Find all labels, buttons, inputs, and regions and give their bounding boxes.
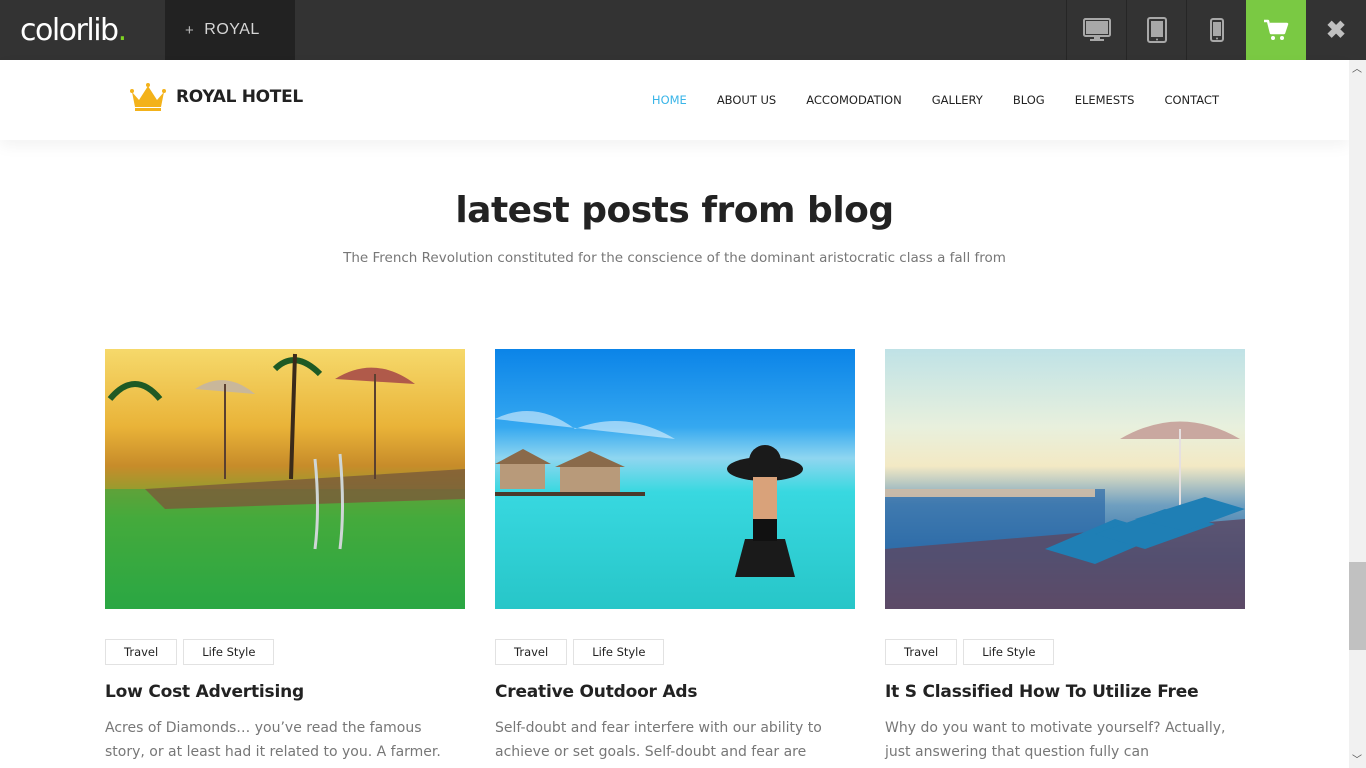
post-excerpt: Why do you want to motivate yourself? Ac…: [885, 720, 1226, 760]
scroll-up-icon[interactable]: ︿: [1352, 60, 1362, 75]
blog-card: Travel Life Style It S Classified How To…: [885, 349, 1245, 764]
cart-button[interactable]: [1246, 0, 1306, 60]
plus-icon: +: [185, 21, 195, 39]
brand-dot: .: [117, 12, 128, 48]
colorlib-topbar: colorlib. + ROYAL ✖: [0, 0, 1366, 60]
brand-text: colorlib: [20, 12, 119, 48]
post-title[interactable]: It S Classified How To Utilize Free: [885, 682, 1245, 702]
post-title[interactable]: Creative Outdoor Ads: [495, 682, 855, 702]
desktop-icon: [1082, 18, 1111, 41]
tag-life-style[interactable]: Life Style: [573, 639, 665, 665]
post-tags: Travel Life Style: [105, 639, 465, 665]
desktop-view-button[interactable]: [1066, 0, 1126, 60]
colorlib-logo[interactable]: colorlib.: [0, 0, 165, 60]
post-tags: Travel Life Style: [885, 639, 1245, 665]
nav-accomodation[interactable]: ACCOMODATION: [806, 93, 901, 107]
infinity-pool-illustration: [885, 421, 1245, 609]
post-image-beach-woman[interactable]: [495, 349, 855, 609]
nav-elements[interactable]: ELEMESTS: [1075, 93, 1135, 107]
theme-tab[interactable]: + ROYAL: [165, 0, 295, 60]
blog-card: Travel Life Style Creative Outdoor Ads S…: [495, 349, 855, 764]
section-title: latest posts from blog: [455, 190, 894, 231]
close-button[interactable]: ✖: [1306, 0, 1366, 60]
mobile-icon: [1209, 18, 1224, 42]
theme-name: ROYAL: [204, 21, 260, 38]
scrollbar-thumb[interactable]: [1349, 562, 1366, 650]
tablet-icon: [1146, 17, 1167, 43]
blog-card: Travel Life Style Low Cost Advertising A…: [105, 349, 465, 764]
main-nav: HOME ABOUT US ACCOMODATION GALLERY BLOG …: [622, 93, 1219, 107]
cart-icon: [1264, 19, 1289, 40]
tag-travel[interactable]: Travel: [105, 639, 178, 665]
post-excerpt: Self-doubt and fear interfere with our a…: [495, 720, 822, 760]
page-scrollbar[interactable]: ︿ ﹀: [1349, 60, 1366, 768]
pool-illustration: [105, 353, 465, 609]
nav-gallery[interactable]: GALLERY: [932, 93, 983, 107]
nav-contact[interactable]: CONTACT: [1164, 93, 1219, 107]
tag-life-style[interactable]: Life Style: [183, 639, 275, 665]
crown-icon: [130, 83, 166, 111]
nav-about-us[interactable]: ABOUT US: [717, 93, 776, 107]
tag-life-style[interactable]: Life Style: [963, 639, 1055, 665]
site-logo[interactable]: ROYAL HOTEL: [130, 82, 303, 112]
post-tags: Travel Life Style: [495, 639, 855, 665]
beach-illustration: [495, 411, 803, 577]
close-icon: ✖: [1325, 16, 1347, 44]
section-subtitle: The French Revolution constituted for th…: [343, 250, 1006, 266]
site-header: ROYAL HOTEL HOME ABOUT US ACCOMODATION G…: [0, 60, 1349, 140]
post-title[interactable]: Low Cost Advertising: [105, 682, 465, 702]
post-excerpt: Acres of Diamonds… you’ve read the famou…: [105, 720, 441, 760]
mobile-view-button[interactable]: [1186, 0, 1246, 60]
tag-travel[interactable]: Travel: [885, 639, 958, 665]
nav-blog[interactable]: BLOG: [1013, 93, 1045, 107]
logo-text: ROYAL HOTEL: [176, 87, 303, 107]
post-image-infinity-pool[interactable]: [885, 349, 1245, 609]
tablet-view-button[interactable]: [1126, 0, 1186, 60]
tag-travel[interactable]: Travel: [495, 639, 568, 665]
scroll-down-icon[interactable]: ﹀: [1352, 751, 1362, 766]
post-image-resort-pool[interactable]: [105, 349, 465, 609]
nav-home[interactable]: HOME: [652, 93, 687, 107]
